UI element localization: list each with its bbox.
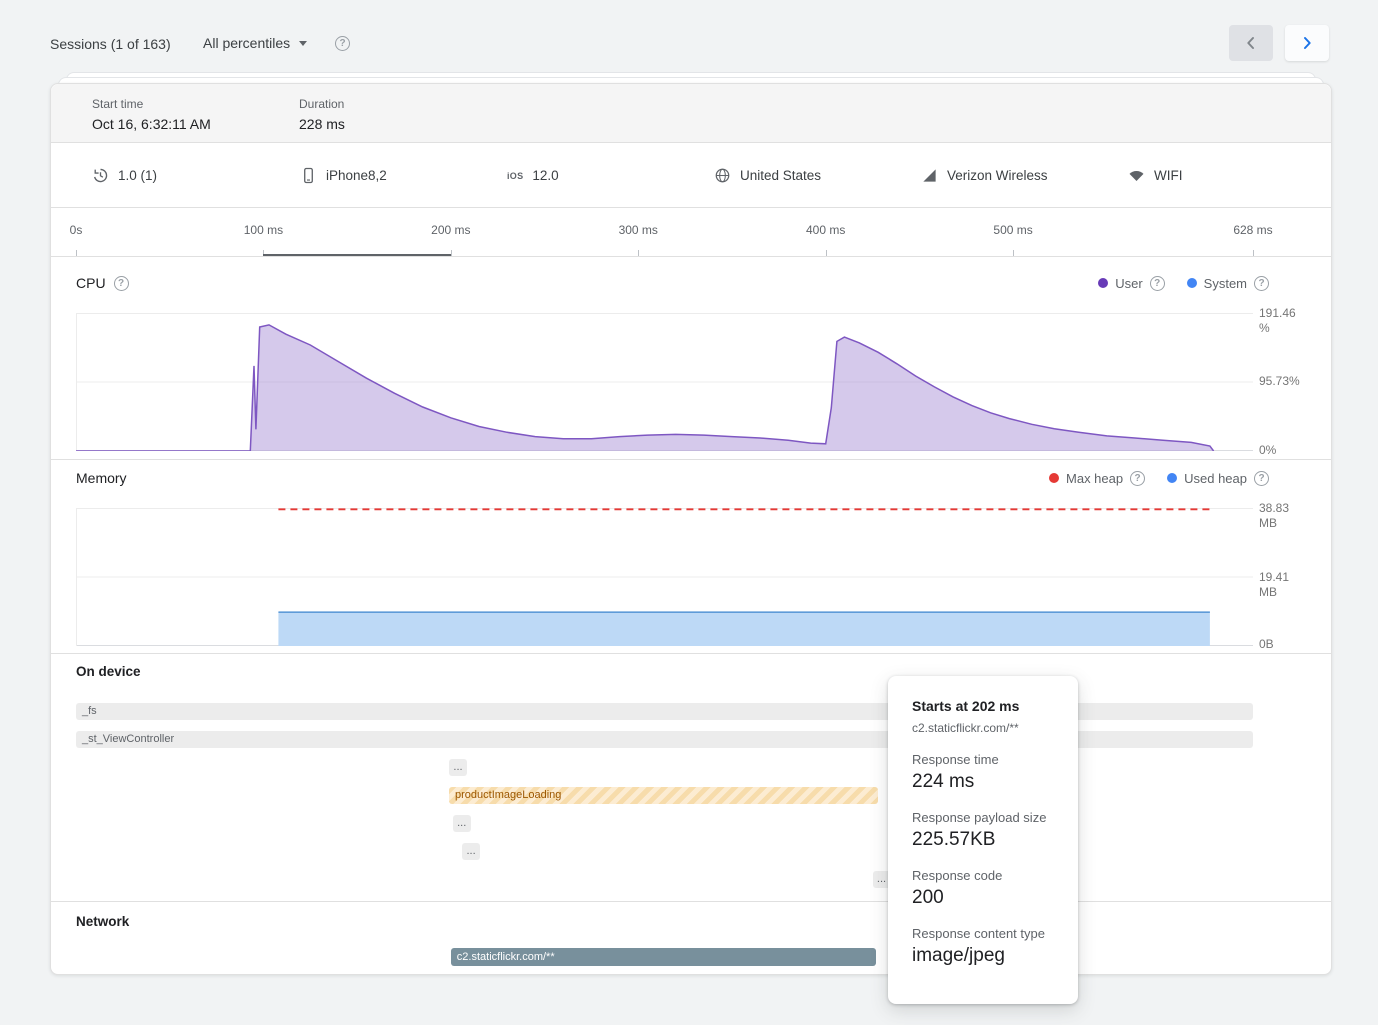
app-version-item: 1.0 (1): [92, 144, 157, 207]
percentiles-select[interactable]: All percentiles: [203, 35, 307, 51]
network-section-title: Network: [76, 914, 129, 929]
cpu-chart[interactable]: [76, 313, 1253, 451]
on-device-section-title: On device: [76, 664, 141, 679]
radio-label: WIFI: [1154, 168, 1183, 183]
on-device-trace-collapsed-chip[interactable]: ...: [462, 843, 480, 860]
cpu-ytick-zero: 0%: [1259, 443, 1276, 458]
memory-chart[interactable]: [76, 508, 1253, 646]
timeline-tick-label: 628 ms: [1233, 223, 1272, 237]
legend-max-heap-label: Max heap: [1066, 471, 1123, 486]
prev-session-button[interactable]: [1229, 25, 1273, 61]
timeline-tick-label: 0s: [70, 223, 83, 237]
chevron-right-icon: [1298, 34, 1316, 52]
radio-item: WIFI: [1128, 144, 1183, 207]
start-time-label: Start time: [92, 97, 211, 111]
phone-icon: [300, 167, 317, 184]
os-version-item: iOS 12.0: [507, 144, 559, 207]
section-divider: [51, 459, 1331, 460]
memory-section-title: Memory: [76, 470, 127, 486]
tooltip-field-content-type: Response content type image/jpeg: [912, 926, 1054, 967]
help-icon[interactable]: [335, 36, 350, 51]
tooltip-title: Starts at 202 ms: [912, 698, 1054, 714]
os-version-label: 12.0: [532, 168, 558, 183]
carrier-label: Verizon Wireless: [947, 168, 1048, 183]
signal-icon: [921, 167, 938, 184]
legend-system: System: [1187, 276, 1269, 291]
tooltip-field-response-time: Response time 224 ms: [912, 752, 1054, 793]
timeline-tick-label: 200 ms: [431, 223, 470, 237]
memory-ytick-max: 38.83MB: [1259, 501, 1289, 531]
duration-label: Duration: [299, 97, 345, 111]
help-icon[interactable]: [1254, 471, 1269, 486]
globe-icon: [714, 167, 731, 184]
timeline-tick-label: 100 ms: [244, 223, 283, 237]
timeline-tick-label: 300 ms: [619, 223, 658, 237]
on-device-title-label: On device: [76, 664, 141, 679]
percentiles-select-label: All percentiles: [203, 35, 290, 51]
user-series-dot: [1098, 278, 1108, 288]
carrier-item: Verizon Wireless: [921, 144, 1048, 207]
cpu-ytick-max: 191.46%: [1259, 306, 1296, 336]
cpu-title-label: CPU: [76, 275, 106, 291]
timeline-tick-label: 400 ms: [806, 223, 845, 237]
tooltip-url: c2.staticflickr.com/**: [912, 721, 1054, 735]
session-card: Start time Oct 16, 6:32:11 AM Duration 2…: [50, 83, 1332, 975]
on-device-trace-bar[interactable]: productImageLoading: [449, 787, 878, 804]
on-device-trace-collapsed-chip[interactable]: ...: [453, 815, 471, 832]
device-model-item: iPhone8,2: [300, 144, 387, 207]
help-icon[interactable]: [1150, 276, 1165, 291]
legend-system-label: System: [1204, 276, 1247, 291]
start-time-value: Oct 16, 6:32:11 AM: [92, 116, 211, 132]
legend-user-label: User: [1115, 276, 1142, 291]
os-icon: iOS: [507, 171, 523, 181]
system-series-dot: [1187, 278, 1197, 288]
max-heap-series-dot: [1049, 473, 1059, 483]
timeline-tick-label: 500 ms: [993, 223, 1032, 237]
memory-ytick-zero: 0B: [1259, 637, 1274, 652]
network-request-bar[interactable]: c2.staticflickr.com/**: [451, 948, 876, 966]
section-divider: [51, 256, 1331, 257]
cpu-legend: User System: [1098, 274, 1269, 292]
memory-legend: Max heap Used heap: [1049, 469, 1269, 487]
legend-used-heap: Used heap: [1167, 471, 1269, 486]
legend-user: User: [1098, 276, 1164, 291]
legend-used-heap-label: Used heap: [1184, 471, 1247, 486]
legend-max-heap: Max heap: [1049, 471, 1145, 486]
help-icon[interactable]: [114, 276, 129, 291]
tooltip-field-payload-size: Response payload size 225.57KB: [912, 810, 1054, 851]
device-model-label: iPhone8,2: [326, 168, 387, 183]
country-item: United States: [714, 144, 821, 207]
used-heap-series-dot: [1167, 473, 1177, 483]
section-divider: [51, 901, 1331, 902]
network-title-label: Network: [76, 914, 129, 929]
chevron-down-icon: [299, 41, 307, 46]
help-icon[interactable]: [1254, 276, 1269, 291]
chevron-left-icon: [1242, 34, 1260, 52]
tooltip-field-response-code: Response code 200: [912, 868, 1054, 909]
help-icon[interactable]: [1130, 471, 1145, 486]
cpu-ytick-mid: 95.73%: [1259, 374, 1300, 389]
wifi-icon: [1128, 167, 1145, 184]
sessions-count: Sessions (1 of 163): [50, 36, 171, 52]
app-version-history-icon: [92, 167, 109, 184]
memory-title-label: Memory: [76, 470, 127, 486]
next-session-button[interactable]: [1285, 25, 1329, 61]
memory-ytick-mid: 19.41MB: [1259, 570, 1289, 600]
timeline-ruler: 0s 100 ms 200 ms 300 ms 400 ms 500 ms 628 ms: [51, 207, 1331, 256]
country-label: United States: [740, 168, 821, 183]
cpu-section-title: CPU: [76, 275, 129, 291]
device-info-row: 1.0 (1) iPhone8,2 iOS 12.0 United States: [51, 144, 1331, 207]
section-divider: [51, 653, 1331, 654]
app-version-label: 1.0 (1): [118, 168, 157, 183]
network-request-tooltip: Starts at 202 ms c2.staticflickr.com/** …: [888, 676, 1078, 1004]
on-device-trace-collapsed-chip[interactable]: ...: [449, 759, 467, 776]
session-summary: Start time Oct 16, 6:32:11 AM Duration 2…: [51, 84, 1331, 143]
duration-value: 228 ms: [299, 116, 345, 132]
